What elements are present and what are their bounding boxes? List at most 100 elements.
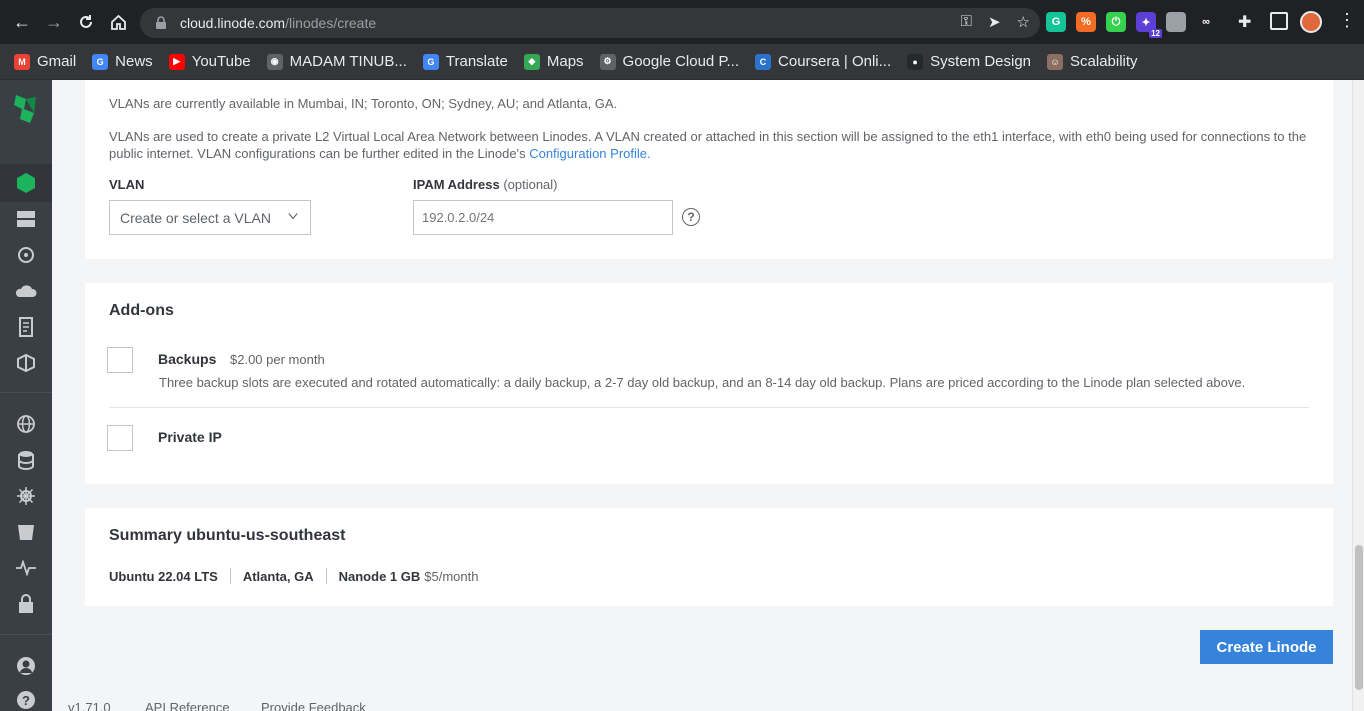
sidebar-item-linodes[interactable] [14, 171, 38, 195]
page-scrollbar[interactable] [1352, 80, 1364, 711]
backups-title: Backups [158, 351, 216, 367]
github-icon: ● [907, 54, 923, 70]
url-path: /linodes/create [285, 15, 376, 31]
browser-toolbar: ← → cloud.linode.com/linodes/create ⚿ ➤ … [0, 0, 1364, 44]
ipam-label: IPAM Address (optional) [413, 177, 558, 192]
bookmark-item[interactable]: ◉MADAM TINUB... [267, 53, 407, 70]
vlan-description: VLANs are used to create a private L2 Vi… [109, 128, 1319, 162]
profile-avatar[interactable] [1300, 11, 1322, 33]
bookmark-label: YouTube [192, 53, 251, 70]
sidebar-item-kubernetes[interactable] [14, 484, 38, 508]
sidebar-item-stackscripts[interactable] [14, 315, 38, 339]
scrollbar-thumb[interactable] [1355, 545, 1363, 690]
configuration-profile-link[interactable]: Configuration Profile [529, 146, 647, 161]
bookmark-item[interactable]: MGmail [14, 53, 76, 70]
youtube-icon: ▶ [169, 54, 185, 70]
sidebar-item-nodebalancers[interactable] [14, 243, 38, 267]
version-label: v1.71.0 [68, 700, 111, 711]
bookmark-label: News [115, 53, 153, 70]
app-sidebar: ? [0, 80, 52, 711]
puzzle-badge-icon[interactable]: ✦12 [1136, 12, 1156, 32]
summary-details: Ubuntu 22.04 LTS Atlanta, GA Nanode 1 GB… [109, 568, 478, 584]
bookmark-item[interactable]: ●System Design [907, 53, 1031, 70]
power-icon[interactable]: ⏻ [1106, 12, 1126, 32]
address-bar[interactable]: cloud.linode.com/linodes/create ⚿ ➤ ☆ [140, 8, 1040, 38]
infinity-icon[interactable]: ∞ [1196, 12, 1216, 32]
database-icon [17, 450, 35, 470]
avatar-icon: ☺ [1047, 54, 1063, 70]
ipam-address-input[interactable] [413, 200, 673, 235]
summary-separator [326, 568, 327, 584]
extension-glyph: ✦ [1141, 16, 1150, 29]
help-circle-icon: ? [16, 690, 36, 710]
image-stack-icon [16, 353, 36, 373]
bookmarks-bar: MGmail G News ▶ YouTube ◉MADAM TINUB... GTrans… [0, 44, 1364, 80]
honey-icon[interactable]: % [1076, 12, 1096, 32]
grammarly-icon[interactable]: G [1046, 12, 1066, 32]
summary-card: Summary ubuntu-us-southeast Ubuntu 22.04… [85, 508, 1333, 606]
sidebar-item-longview[interactable] [14, 556, 38, 580]
create-linode-button[interactable]: Create Linode [1200, 630, 1333, 664]
private-ip-checkbox[interactable] [107, 425, 133, 451]
bookmark-item[interactable]: GTranslate [423, 53, 508, 70]
bookmark-label: Coursera | Onli... [778, 53, 891, 70]
reload-icon[interactable] [70, 6, 102, 38]
star-icon[interactable]: ☆ [1017, 13, 1030, 31]
addons-card: Add-ons Backups $2.00 per month Three ba… [85, 283, 1333, 484]
send-icon[interactable]: ➤ [988, 13, 1001, 31]
bookmark-item[interactable]: ◆Maps [524, 53, 584, 70]
sidebar-item-marketplace[interactable] [14, 592, 38, 616]
bookmark-label: Gmail [37, 53, 76, 70]
storage-icon [16, 209, 36, 229]
bookmark-label: Scalability [1070, 53, 1138, 70]
sidebar-item-databases[interactable] [14, 448, 38, 472]
bookmark-item[interactable]: CCoursera | Onli... [755, 53, 891, 70]
bookmark-item[interactable]: ☺ Scalability [1047, 53, 1138, 70]
bookmark-item[interactable]: ⚙ Google Cloud P... [600, 53, 739, 70]
sidebar-item-firewalls[interactable] [14, 279, 38, 303]
linode-logo-icon[interactable] [11, 94, 41, 124]
sidebar-item-domains[interactable] [14, 412, 38, 436]
key-icon[interactable]: ⚿ [961, 13, 972, 31]
bookmark-label: MADAM TINUB... [290, 53, 407, 70]
provide-feedback-link[interactable]: Provide Feedback [261, 700, 366, 711]
bookmark-item[interactable]: ▶ YouTube [169, 53, 251, 70]
bookmark-label: Translate [446, 53, 508, 70]
addons-divider [109, 407, 1309, 408]
menu-kebab-icon[interactable]: ⋮ [1338, 10, 1356, 31]
main-content: VLANs are currently available in Mumbai,… [52, 80, 1352, 711]
api-reference-link[interactable]: API Reference [145, 700, 230, 711]
extensions-puzzle-icon[interactable]: ✚ [1238, 12, 1251, 32]
bucket-icon [17, 522, 35, 542]
vlan-label: VLAN [109, 177, 144, 192]
sidebar-divider [0, 392, 52, 393]
extension-glyph: G [1052, 16, 1061, 28]
sidebar-item-object-storage[interactable] [14, 520, 38, 544]
sidebar-item-account[interactable] [14, 654, 38, 678]
summary-separator [230, 568, 231, 584]
summary-plan: Nanode 1 GB [339, 569, 421, 584]
back-icon[interactable]: ← [6, 6, 38, 38]
forward-icon[interactable]: → [38, 6, 70, 38]
home-icon[interactable] [102, 6, 134, 38]
vlan-select[interactable]: Create or select a VLAN [109, 200, 311, 235]
summary-image: Ubuntu 22.04 LTS [109, 569, 218, 584]
help-icon[interactable]: ? [682, 208, 700, 226]
sidebar-item-images[interactable] [14, 351, 38, 375]
tab-search-icon[interactable] [1270, 12, 1288, 30]
url-host: cloud.linode.com [180, 15, 285, 31]
svg-text:?: ? [22, 693, 30, 708]
news-icon: G [92, 54, 108, 70]
script-icon [17, 316, 35, 338]
lock-icon [154, 16, 168, 30]
sidebar-item-volumes[interactable] [14, 207, 38, 231]
cloud-icon: ⚙ [600, 54, 616, 70]
sidebar-item-help[interactable]: ? [14, 688, 38, 711]
backups-checkbox[interactable] [107, 347, 133, 373]
bookmark-label: Google Cloud P... [623, 53, 739, 70]
tab-icon[interactable] [1166, 12, 1186, 32]
bookmark-item[interactable]: G News [92, 53, 153, 70]
vlan-select-value: Create or select a VLAN [120, 210, 271, 226]
extension-glyph: ⏻ [1112, 16, 1121, 29]
summary-plan-price: $5/month [424, 569, 478, 584]
